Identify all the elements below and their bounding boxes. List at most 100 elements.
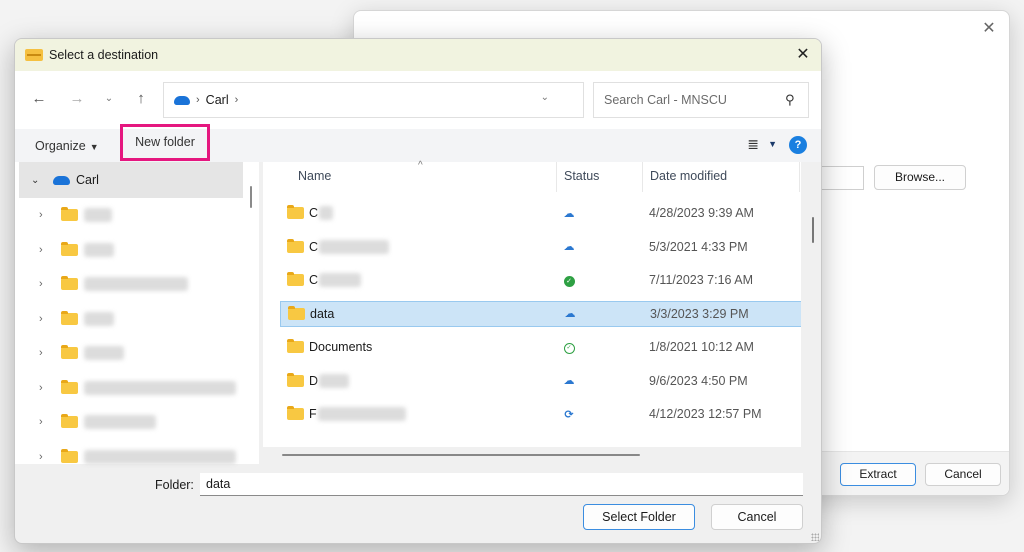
tree-item-carl[interactable]: ⌄ Carl xyxy=(19,162,243,198)
chevron-down-icon[interactable]: ⌄ xyxy=(31,175,47,186)
chevron-right-icon[interactable]: › xyxy=(39,382,61,394)
dialog-title: Select a destination xyxy=(49,48,159,62)
status-glyph: ☁ xyxy=(563,207,575,220)
tree-item[interactable]: › xyxy=(19,336,243,371)
folder-icon xyxy=(61,379,78,394)
view-caret-down-icon[interactable]: ▼ xyxy=(768,139,777,149)
address-bar[interactable]: › Carl › ⌄ ↻ xyxy=(163,82,613,118)
folder-name-input[interactable] xyxy=(200,473,803,496)
sync-status-synced-filled-icon: ✓ xyxy=(562,274,576,287)
column-name[interactable]: Name xyxy=(298,169,331,183)
browser-area: ⌄ Carl › › › › › › › › ^ Name Status Dat… xyxy=(15,160,821,464)
file-name: data xyxy=(310,306,335,321)
status-glyph: ⟳ xyxy=(564,408,574,421)
tree-scroll-thumb[interactable] xyxy=(250,186,252,208)
status-glyph: ☁ xyxy=(563,375,575,387)
tree-item[interactable]: › xyxy=(19,405,243,440)
organize-label: Organize xyxy=(35,138,86,153)
file-list-horizontal-scrollbar[interactable] xyxy=(263,447,801,464)
column-status[interactable]: Status xyxy=(564,169,599,183)
column-separator[interactable] xyxy=(642,162,643,192)
cancel-button[interactable]: Cancel xyxy=(711,504,803,530)
chevron-right-icon[interactable]: › xyxy=(39,313,61,325)
file-list-vertical-scrollbar[interactable] xyxy=(801,162,821,464)
organize-menu[interactable]: Organize ▼ xyxy=(35,139,99,153)
date-modified: 3/3/2023 3:29 PM xyxy=(650,306,749,321)
help-icon[interactable]: ? xyxy=(789,136,807,154)
date-modified: 5/3/2021 4:33 PM xyxy=(649,239,748,254)
forward-arrow-icon[interactable]: → xyxy=(67,89,87,109)
status-glyph: ✓ xyxy=(563,275,575,287)
address-dropdown-icon[interactable]: ⌄ xyxy=(541,92,549,103)
breadcrumb-carl[interactable]: Carl xyxy=(206,93,229,107)
file-row[interactable]: Documents ✓ 1/8/2021 10:12 AM xyxy=(280,334,804,360)
onedrive-cloud-icon xyxy=(174,95,190,105)
extract-dialog-close-icon[interactable]: ✕ xyxy=(979,19,999,39)
folder-icon xyxy=(287,205,304,219)
sync-status-cloud-icon: ☁ xyxy=(562,207,576,220)
back-arrow-icon[interactable]: ← xyxy=(29,89,49,109)
caret-down-icon: ▼ xyxy=(89,141,99,152)
file-name-cell: data xyxy=(281,305,531,321)
chevron-right-icon[interactable]: › xyxy=(39,244,61,256)
column-date-modified[interactable]: Date modified xyxy=(650,169,727,183)
folder-icon xyxy=(61,448,78,463)
file-row[interactable]: C ☁ 4/28/2023 9:39 AM xyxy=(280,200,804,226)
tree-item[interactable]: › xyxy=(19,371,243,406)
redacted-name xyxy=(319,273,362,287)
file-row[interactable]: C ✓ 7/11/2023 7:16 AM xyxy=(280,267,804,293)
folder-icon xyxy=(61,207,78,222)
select-folder-button[interactable]: Select Folder xyxy=(583,504,695,530)
up-arrow-icon[interactable]: ↑ xyxy=(131,89,151,109)
folder-picker-icon xyxy=(25,49,43,61)
search-icon[interactable]: ⚲ xyxy=(778,92,802,108)
view-options-icon[interactable]: ≣ xyxy=(747,136,759,153)
breadcrumb-separator[interactable]: › xyxy=(235,94,239,106)
sync-status-cloud-icon: ☁ xyxy=(562,240,576,253)
redacted-name xyxy=(319,239,390,254)
column-header: ^ Name Status Date modified xyxy=(263,160,801,192)
tree-scrollbar[interactable] xyxy=(243,162,259,464)
onedrive-cloud-icon xyxy=(53,175,70,185)
vertical-scroll-thumb[interactable] xyxy=(812,217,814,243)
status-glyph: ☁ xyxy=(564,308,576,320)
chevron-right-icon[interactable]: › xyxy=(39,451,61,463)
tree-item[interactable]: › xyxy=(19,233,243,268)
resize-grip[interactable] xyxy=(811,533,819,541)
date-modified: 9/6/2023 4:50 PM xyxy=(649,373,748,388)
search-box[interactable]: Search Carl - MNSCU ⚲ xyxy=(593,82,809,118)
file-row[interactable]: F ⟳ 4/12/2023 12:57 PM xyxy=(280,401,804,427)
redacted-name xyxy=(319,373,350,388)
column-separator[interactable] xyxy=(556,162,557,192)
chevron-right-icon[interactable]: › xyxy=(39,278,61,290)
folder-icon xyxy=(287,238,304,253)
redacted-label xyxy=(84,208,112,223)
folder-icon xyxy=(61,345,78,360)
tree-item[interactable]: › xyxy=(19,302,243,337)
sort-ascending-icon: ^ xyxy=(418,160,423,171)
new-folder-button[interactable]: New folder xyxy=(120,124,210,161)
close-icon[interactable]: ✕ xyxy=(791,43,815,67)
extract-button[interactable]: Extract xyxy=(840,463,916,486)
file-row[interactable]: D ☁ 9/6/2023 4:50 PM xyxy=(280,368,804,394)
navigation-tree: ⌄ Carl › › › › › › › › xyxy=(19,162,243,464)
folder-icon xyxy=(287,339,304,353)
chevron-right-icon[interactable]: › xyxy=(39,209,61,221)
tree-item[interactable]: › xyxy=(19,267,243,302)
file-row[interactable]: C ☁ 5/3/2021 4:33 PM xyxy=(280,234,804,260)
column-separator[interactable] xyxy=(799,162,800,192)
select-destination-dialog: Select a destination ✕ ← → ⌄ ↑ › Carl › … xyxy=(14,38,822,544)
chevron-right-icon[interactable]: › xyxy=(39,416,61,428)
file-name: C xyxy=(309,273,319,287)
tree-item[interactable]: › xyxy=(19,198,243,233)
horizontal-scroll-thumb[interactable] xyxy=(282,454,640,456)
browse-button[interactable]: Browse... xyxy=(874,165,966,190)
recent-locations-chevron-icon[interactable]: ⌄ xyxy=(99,89,119,109)
file-row[interactable]: data ☁ 3/3/2023 3:29 PM xyxy=(280,300,804,327)
search-input[interactable]: Search Carl - MNSCU xyxy=(604,93,778,107)
chevron-right-icon[interactable]: › xyxy=(39,347,61,359)
tree-item[interactable]: › xyxy=(19,440,243,475)
extract-cancel-button[interactable]: Cancel xyxy=(925,463,1001,486)
date-modified: 4/12/2023 12:57 PM xyxy=(649,407,762,421)
redacted-label xyxy=(84,242,114,257)
